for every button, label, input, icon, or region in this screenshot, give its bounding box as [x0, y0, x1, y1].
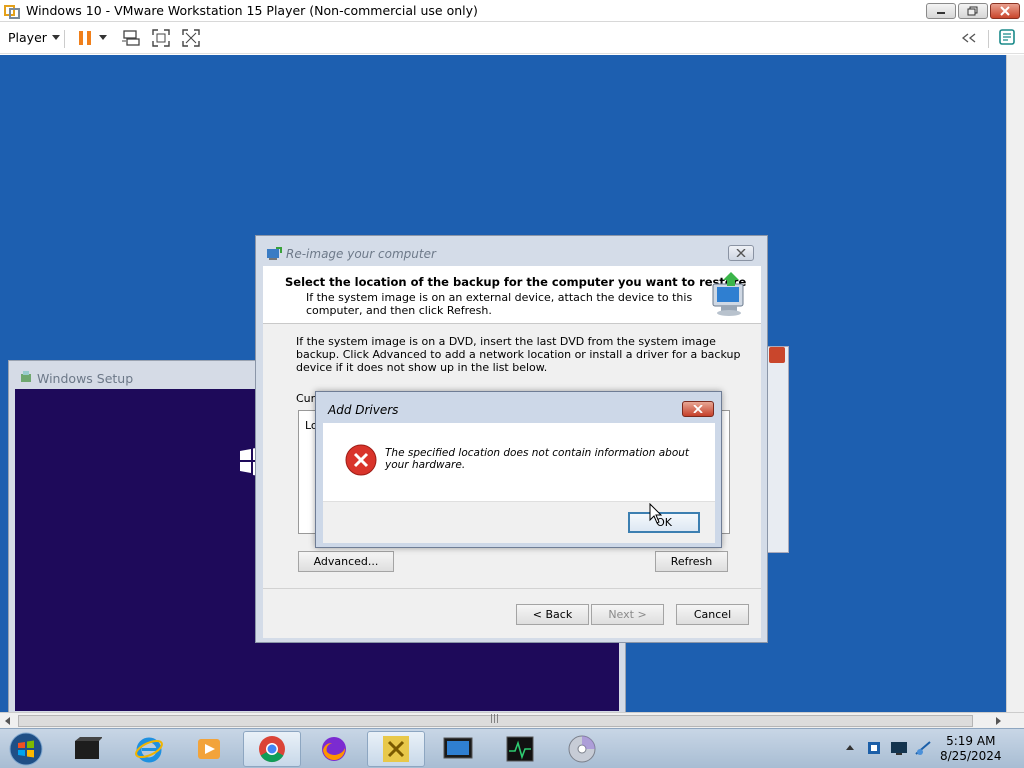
chevron-down-icon: [99, 35, 107, 40]
taskbar-vmware[interactable]: [58, 731, 116, 767]
clock-date: 8/25/2024: [940, 749, 1002, 763]
monitor-icon: [443, 737, 473, 759]
mouse-cursor-icon: [649, 503, 663, 524]
send-ctrl-alt-del-button[interactable]: [120, 28, 142, 48]
error-message: The specified location does not contain …: [385, 447, 690, 471]
chevron-down-icon: [51, 34, 60, 40]
next-button[interactable]: Next >: [591, 604, 664, 625]
player-menu[interactable]: Player: [8, 30, 60, 45]
close-icon: [693, 405, 703, 413]
network-tray-icon[interactable]: [914, 740, 932, 756]
start-button[interactable]: [0, 731, 52, 767]
cancel-button[interactable]: Cancel: [676, 604, 749, 625]
disc-icon: [568, 735, 596, 763]
media-player-icon: [198, 739, 220, 759]
host-titlebar: Windows 10 - VMware Workstation 15 Playe…: [0, 0, 1024, 22]
pause-icon: [79, 31, 91, 45]
taskbar-chrome[interactable]: [243, 731, 301, 767]
close-icon: [736, 249, 746, 257]
wizard-subheading: If the system image is on an external de…: [306, 291, 693, 317]
vmware-icon: [4, 5, 20, 19]
notes-icon: [999, 29, 1015, 45]
pause-button[interactable]: [74, 28, 96, 48]
start-orb-icon: [9, 732, 43, 766]
taskbar: 5:19 AM 8/25/2024: [0, 728, 1024, 768]
footer-divider: [263, 588, 761, 589]
chrome-icon: [259, 736, 285, 763]
show-hidden-icons-icon[interactable]: [846, 744, 854, 750]
refresh-button[interactable]: Refresh: [655, 551, 728, 572]
double-chevron-left-icon: [961, 33, 976, 43]
current-label: Cur: [296, 392, 316, 405]
back-button[interactable]: < Back: [516, 604, 589, 625]
reimage-close-button[interactable]: [728, 245, 754, 261]
wizard-description: If the system image is on a DVD, insert …: [296, 335, 741, 374]
minimize-button[interactable]: [926, 3, 956, 19]
player-menu-label: Player: [8, 30, 47, 45]
restore-icon: [967, 6, 978, 16]
network-devices-icon: [122, 30, 140, 46]
dialog-close-button[interactable]: [682, 401, 714, 417]
window-title: Windows 10 - VMware Workstation 15 Playe…: [26, 3, 478, 18]
reimage-title: Re-image your computer: [286, 247, 436, 261]
dialog-content: The specified location does not contain …: [323, 423, 715, 501]
collapse-toolbar-button[interactable]: [958, 28, 980, 48]
firefox-icon: [322, 737, 346, 761]
taskbar-media-player[interactable]: [180, 731, 238, 767]
wizard-header: Select the location of the backup for th…: [263, 266, 761, 324]
clock-time: 5:19 AM: [946, 734, 996, 748]
taskbar-remote-desktop[interactable]: [429, 731, 487, 767]
backup-icon: [267, 247, 282, 260]
close-button-partial: [769, 347, 785, 363]
scrollbar-grip: |||: [490, 714, 500, 724]
setup-icon: [21, 371, 31, 382]
horizontal-scrollbar[interactable]: |||: [0, 712, 1024, 728]
taskbar-file-tool[interactable]: [367, 731, 425, 767]
host-toolbar: Player: [0, 22, 1024, 54]
vertical-scrollbar[interactable]: [1006, 55, 1024, 712]
message-log-button[interactable]: [996, 28, 1018, 48]
unity-button[interactable]: [180, 28, 202, 48]
ok-button[interactable]: OK: [628, 512, 700, 533]
system-clock[interactable]: 5:19 AM 8/25/2024: [940, 734, 1002, 764]
toolbar-divider: [988, 30, 989, 48]
error-icon: [345, 444, 377, 476]
taskbar-firefox[interactable]: [305, 731, 363, 767]
vmware-box-icon: [75, 737, 102, 759]
arrow-right-icon[interactable]: [994, 717, 1002, 725]
toolbar-divider: [64, 30, 65, 48]
taskbar-task-monitor[interactable]: [491, 731, 549, 767]
system-image-icon: [712, 272, 744, 316]
display-tray-icon[interactable]: [890, 740, 908, 756]
arrow-left-icon[interactable]: [4, 717, 12, 725]
minimize-icon: [937, 12, 945, 14]
internet-explorer-icon: [135, 737, 163, 763]
taskbar-internet-explorer[interactable]: [120, 731, 178, 767]
pause-dropdown[interactable]: [96, 28, 110, 48]
performance-monitor-icon: [506, 736, 534, 762]
close-icon: [1000, 6, 1010, 16]
advanced-button[interactable]: Advanced...: [298, 551, 394, 572]
setup-window-title: Windows Setup: [37, 371, 134, 386]
fullscreen-button[interactable]: [150, 28, 172, 48]
dialog-title: Add Drivers: [328, 403, 399, 417]
close-button[interactable]: [990, 3, 1020, 19]
restore-button[interactable]: [958, 3, 988, 19]
tools-icon: [383, 736, 409, 762]
taskbar-disc-burner[interactable]: [553, 731, 611, 767]
vmware-tray-icon[interactable]: [866, 740, 882, 756]
wizard-heading: Select the location of the backup for th…: [285, 275, 747, 289]
fullscreen-icon: [152, 29, 170, 47]
unity-icon: [182, 29, 200, 47]
